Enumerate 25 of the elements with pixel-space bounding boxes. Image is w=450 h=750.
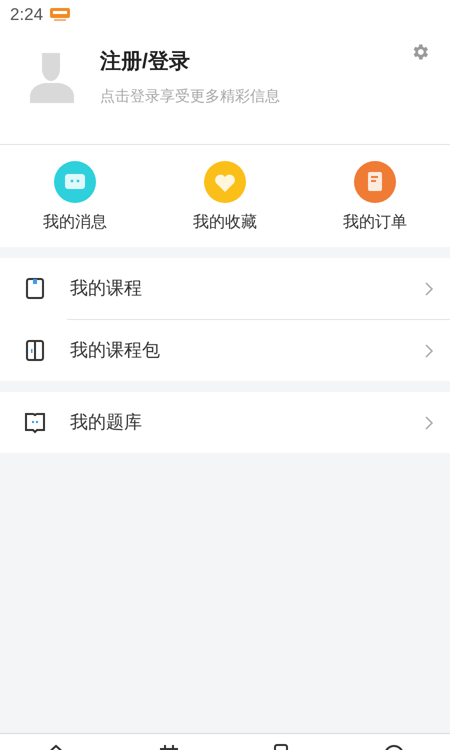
chevron-right-icon [425,344,434,358]
questions-icon [24,411,46,434]
menu-item[interactable]: 我的题库 [0,392,450,453]
avatar-placeholder-icon[interactable] [30,51,74,103]
chevron-right-icon [425,282,434,296]
login-subtitle: 点击登录享受更多精彩信息 [100,86,280,106]
menu-label: 我的题库 [70,411,143,434]
message-icon[interactable] [54,161,96,203]
login-title[interactable]: 注册/登录 [100,46,280,78]
calendar-icon[interactable] [158,744,180,750]
profile-icon[interactable] [382,744,405,750]
favorite-icon[interactable] [204,161,246,203]
shortcut-label[interactable]: 我的收藏 [193,211,257,235]
chevron-right-icon [425,416,434,430]
menu-label: 我的课程 [70,277,143,300]
shortcut-label[interactable]: 我的消息 [43,211,107,235]
menu-item[interactable]: 我的课程 [0,258,450,319]
order-icon[interactable] [354,161,396,203]
menu-item[interactable]: 我的课程包 [0,320,450,381]
shortcut-label[interactable]: 我的订单 [343,211,407,235]
menu-label: 我的课程包 [70,339,161,362]
course-icon [24,277,46,300]
package-icon [24,339,46,362]
status-time: 2:24 [10,4,44,26]
notification-icon [49,6,72,24]
